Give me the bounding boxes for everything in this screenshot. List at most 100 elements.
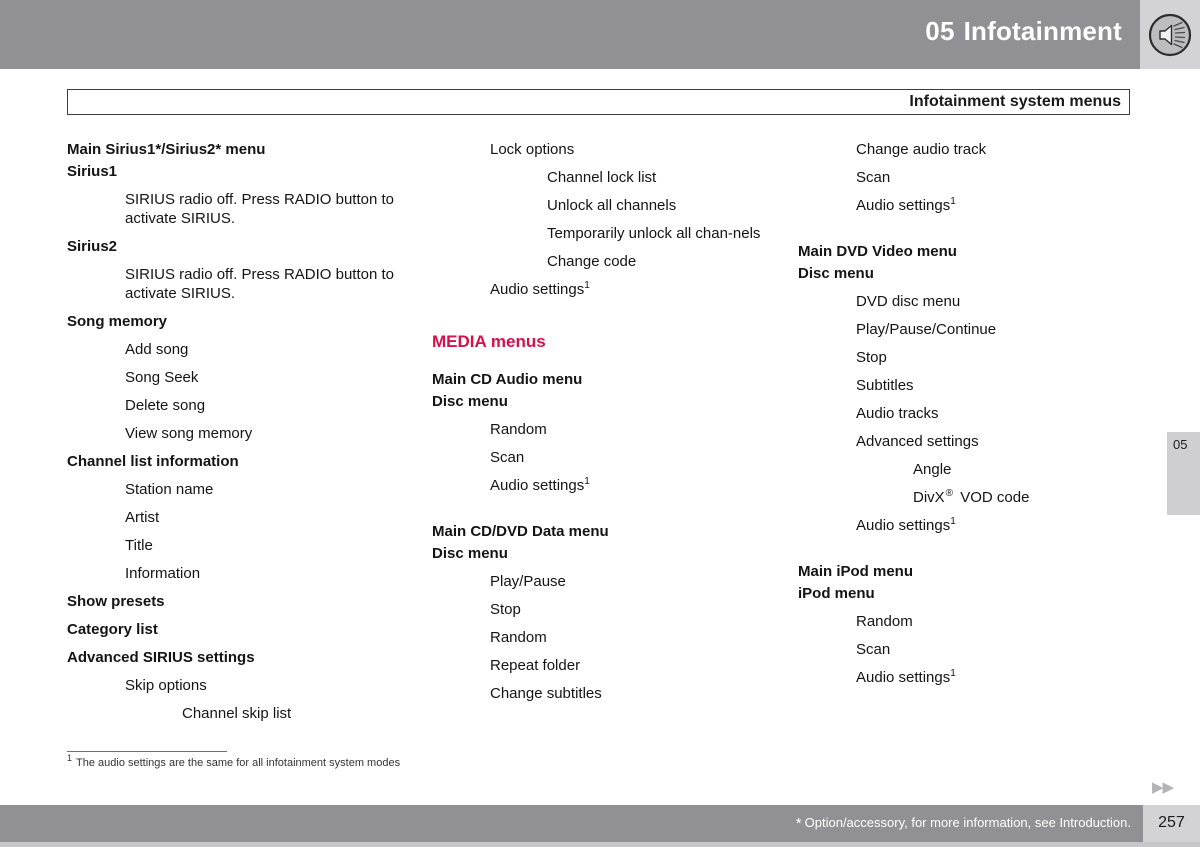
registered-trademark-icon: ® — [945, 488, 954, 499]
menu-item-channel-lock-list: Channel lock list — [547, 169, 657, 186]
column-three: Change audio track Scan Audio settings1 Mai… — [798, 140, 1143, 696]
menu-item-random: Random — [490, 421, 547, 438]
menu-group: Main CD Audio menu Disc menu Random Scan Aud… — [432, 370, 782, 495]
menu-item-show-presets: Show presets — [67, 593, 165, 610]
menu-item-random: Random — [490, 629, 547, 646]
menu-item-station-name: Station name — [125, 481, 214, 498]
section-title-box: Infotainment system menus — [67, 89, 1130, 115]
menu-item-unlock-all-channels: Unlock all channels — [547, 197, 677, 214]
asterisk-icon: * — [795, 815, 802, 833]
menu-group: Main CD/DVD Data menu Disc menu Play/Pause… — [432, 522, 782, 703]
menu-item-title: Title — [125, 537, 153, 554]
menu-item-sirius-radio-off-press-radio-button-to-a: SIRIUS radio off. Press RADIO button to … — [125, 266, 395, 302]
menu-item-information: Information — [125, 565, 201, 582]
menu-item-dvd-disc-menu: DVD disc menu — [856, 293, 961, 310]
menu-item-channel-skip-list: Channel skip list — [182, 705, 292, 722]
menu-group-subtitle-ipod-menu: iPod menu — [798, 585, 875, 602]
menu-item-advanced-settings: Advanced settings — [856, 433, 979, 450]
chapter-title: Infotainment — [963, 16, 1122, 46]
footnote-reference: 1 — [950, 196, 956, 207]
footnote-separator — [67, 751, 227, 752]
footnote: 1 The audio settings are the same for all… — [67, 754, 401, 769]
menu-group: Main iPod menu iPod menu Random Scan Audio s… — [798, 562, 1143, 687]
menu-group-subtitle-disc-menu: Disc menu — [432, 393, 508, 410]
footnote-reference: 1 — [584, 280, 590, 291]
menu-group-title-main-dvd-video-menu: Main DVD Video menu — [798, 243, 957, 260]
footnote-reference: 1 — [950, 668, 956, 679]
menu-item-subtitles: Subtitles — [856, 377, 914, 394]
menu-item-change-code: Change code — [547, 253, 637, 270]
menu-item-scan: Scan — [856, 169, 891, 186]
menu-item-audio-settings: Audio settings1 — [490, 476, 782, 495]
menu-item-delete-song: Delete song — [125, 397, 206, 414]
menu-item-label: DivX — [913, 489, 945, 506]
column-two: Lock options Channel lock list Unlock all … — [432, 140, 782, 712]
next-page-arrows-icon: ▶▶ — [1152, 779, 1174, 796]
menu-group-subtitle-disc-menu: Disc menu — [432, 545, 508, 562]
menu-item-skip-options: Skip options — [125, 677, 207, 694]
footer-note-text: Option/accessory, for more information, … — [804, 815, 1131, 830]
menu-item-random: Random — [856, 613, 913, 630]
menu-item-main-sirius1-sirius2-menu: Main Sirius1*/Sirius2* menu — [67, 141, 266, 158]
menu-item-advanced-sirius-settings: Advanced SIRIUS settings — [67, 649, 255, 666]
menu-item-song-memory: Song memory — [67, 313, 168, 330]
menu-item-audio-tracks: Audio tracks — [856, 405, 939, 422]
menu-item-label: Audio settings — [856, 197, 951, 214]
menu-item-channel-list-information: Channel list information — [67, 453, 239, 470]
menu-item-play-pause-continue: Play/Pause/Continue — [856, 321, 997, 338]
menu-item-audio-settings: Audio settings1 — [856, 516, 1143, 535]
menu-item-stop: Stop — [490, 601, 521, 618]
footnote-reference: 1 — [584, 476, 590, 487]
chapter-side-tab: 05 — [1167, 432, 1200, 515]
menu-item-sirius1: Sirius1 — [67, 163, 118, 180]
footer-page-panel: 257 — [1143, 805, 1200, 842]
column-one: Main Sirius1*/Sirius2* menu Sirius1 SIRIUS… — [67, 140, 417, 732]
footer-bottom-edge — [0, 842, 1200, 847]
menu-item-divx-vod-code: DivX® VOD code — [913, 488, 1143, 507]
menu-item-scan: Scan — [856, 641, 891, 658]
footnote-reference: 1 — [950, 516, 956, 527]
menu-item-category-list: Category list — [67, 621, 158, 638]
footer-bar: * Option/accessory, for more information,… — [0, 805, 1143, 842]
chapter-side-tab-label: 05 — [1173, 437, 1188, 452]
menu-group-title-main-cd-dvd-data-menu: Main CD/DVD Data menu — [432, 523, 609, 540]
menu-item-audio-settings: Audio settings1 — [856, 196, 1143, 215]
menu-group-title-main-ipod-menu: Main iPod menu — [798, 563, 914, 580]
menu-item-audio-settings: Audio settings1 — [856, 668, 1143, 687]
footnote-marker: 1 — [67, 753, 73, 764]
media-menus-section-heading: MEDIA menus — [432, 332, 546, 351]
footnote-text: The audio settings are the same for all … — [76, 757, 401, 769]
section-title: Infotainment system menus — [909, 93, 1121, 110]
menu-item-add-song: Add song — [125, 341, 189, 358]
menu-item-audio-settings: Audio settings1 — [490, 280, 782, 299]
page-number: 257 — [1158, 814, 1185, 831]
menu-item-label: Audio settings — [490, 281, 585, 298]
menu-item-temporarily-unlock-all-chan-nels: Temporarily unlock all chan-nels — [547, 225, 761, 242]
menu-item-stop: Stop — [856, 349, 887, 366]
menu-item-song-seek: Song Seek — [125, 369, 199, 386]
menu-item-label: Audio settings — [856, 669, 951, 686]
footer-note: * Option/accessory, for more information,… — [796, 815, 1131, 832]
chapter-number: 05 — [925, 16, 955, 46]
menu-item-scan: Scan — [490, 449, 525, 466]
menu-item-sirius-radio-off-press-radio-button-to-a: SIRIUS radio off. Press RADIO button to … — [125, 191, 395, 227]
menu-item-label-suffix: VOD code — [956, 489, 1030, 506]
menu-item-sirius2: Sirius2 — [67, 238, 118, 255]
speaker-sound-icon — [1147, 12, 1193, 58]
header-icon-panel — [1140, 0, 1200, 69]
menu-item-label: Audio settings — [856, 517, 951, 534]
chapter-header-bar: 05 Infotainment — [0, 0, 1140, 69]
menu-group-title-main-cd-audio-menu: Main CD Audio menu — [432, 371, 583, 388]
page-title: 05 Infotainment — [925, 16, 1122, 47]
menu-item-label: Audio settings — [490, 477, 585, 494]
menu-item-lock-options: Lock options — [490, 141, 575, 158]
menu-item-view-song-memory: View song memory — [125, 425, 253, 442]
menu-group-subtitle-disc-menu: Disc menu — [798, 265, 874, 282]
menu-item-play-pause: Play/Pause — [490, 573, 566, 590]
menu-item-change-audio-track: Change audio track — [856, 141, 987, 158]
menu-item-repeat-folder: Repeat folder — [490, 657, 581, 674]
menu-item-change-subtitles: Change subtitles — [490, 685, 602, 702]
menu-item-angle: Angle — [913, 461, 952, 478]
menu-group: Main DVD Video menu Disc menu DVD disc men… — [798, 242, 1143, 535]
menu-item-artist: Artist — [125, 509, 160, 526]
